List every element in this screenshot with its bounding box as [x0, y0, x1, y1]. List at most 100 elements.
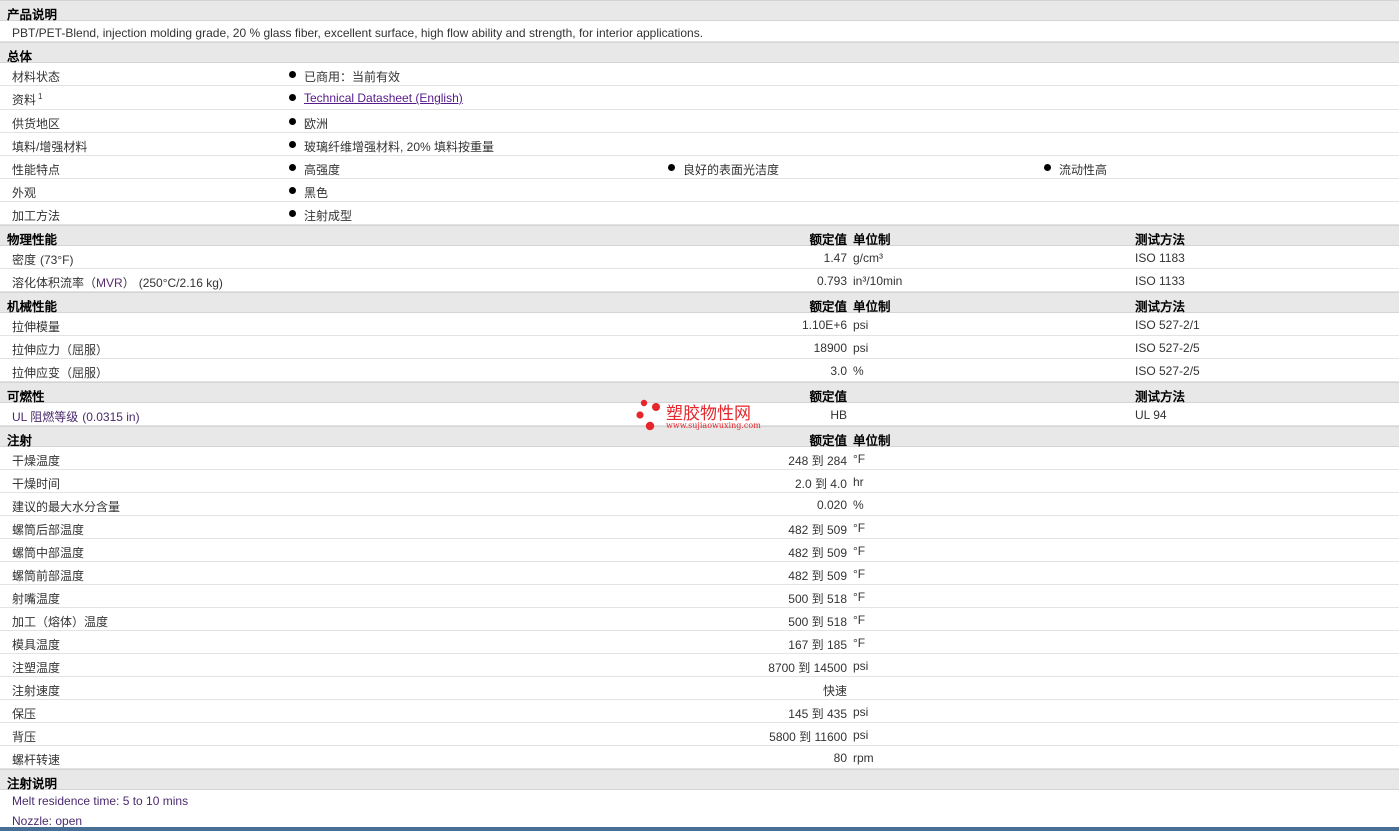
- table-row: 注塑温度 8700 到 14500 psi: [0, 654, 1399, 677]
- row-value: 80: [833, 751, 847, 765]
- row-label: 保压: [12, 707, 37, 721]
- row-unit: °F: [853, 636, 866, 650]
- row-label: 注塑温度: [12, 661, 61, 675]
- row-tensile-stress: 拉伸应力（屈服） 18900 psi ISO 527-2/5: [0, 336, 1399, 359]
- row-value: 1.10E+6: [801, 318, 847, 332]
- footnote-marker: 1: [38, 92, 43, 101]
- row-unit: °F: [853, 521, 866, 535]
- note-text: Melt residence time: 5 to 10 mins: [12, 794, 189, 808]
- table-row: 加工（熔体）温度 500 到 518 °F: [0, 608, 1399, 631]
- row-label: 模具温度: [12, 638, 61, 652]
- row-value: 482 到 509: [788, 523, 847, 537]
- row-label: 外观: [12, 186, 37, 200]
- row-label: 材料状态: [12, 70, 61, 84]
- row-test-method: UL 94: [1135, 408, 1167, 422]
- mvr-abbrev: MVR: [96, 276, 123, 290]
- row-label: 建议的最大水分含量: [12, 500, 121, 514]
- injection-note: Melt residence time: 5 to 10 mins: [0, 790, 1399, 810]
- row-unit: psi: [853, 728, 869, 742]
- row-label: 性能特点: [12, 163, 61, 177]
- bottom-bar: [0, 827, 1399, 831]
- row-value: 500 到 518: [788, 615, 847, 629]
- row-tensile-strain: 拉伸应变（屈服） 3.0 % ISO 527-2/5: [0, 359, 1399, 382]
- row-supply-region: 供货地区 欧洲: [0, 110, 1399, 133]
- row-unit: °F: [853, 613, 866, 627]
- row-unit: °F: [853, 590, 866, 604]
- table-row: 建议的最大水分含量 0.020 %: [0, 493, 1399, 516]
- row-label: 密度 (73°F): [12, 251, 73, 268]
- row-unit: psi: [853, 659, 869, 673]
- row-value: 482 到 509: [788, 569, 847, 583]
- row-unit: g/cm³: [853, 251, 883, 265]
- watermark-url: www.sujiaowuxing.com: [666, 421, 761, 430]
- row-label: 加工（熔体）温度: [12, 615, 109, 629]
- row-label-text: UL 阻燃等级: [12, 410, 79, 424]
- row-test-method: ISO 527-2/1: [1135, 318, 1200, 332]
- row-unit: °F: [853, 544, 866, 558]
- row-density: 密度 (73°F) 1.47 g/cm³ ISO 1183: [0, 246, 1399, 269]
- section-header-general: 总体: [0, 42, 1399, 64]
- watermark-logo-icon: [636, 399, 660, 431]
- row-label: 拉伸应变（屈服）: [12, 366, 109, 380]
- bullet-value: 欧洲: [288, 115, 328, 132]
- row-unit: %: [853, 498, 864, 512]
- row-label: UL 阻燃等级 (0.0315 in): [12, 408, 140, 425]
- row-condition: (250°C/2.16 kg): [138, 276, 223, 290]
- row-label: 加工方法: [12, 209, 61, 223]
- row-value: 167 到 185: [788, 638, 847, 652]
- row-label: 填料/增强材料: [12, 140, 88, 154]
- datasheet-page: 产品说明 PBT/PET-Blend, injection molding gr…: [0, 0, 1399, 831]
- row-unit: in³/10min: [853, 274, 903, 288]
- row-appearance: 外观 黑色: [0, 179, 1399, 202]
- row-value: 2.0 到 4.0: [794, 477, 847, 491]
- table-row: 注射速度 快速: [0, 677, 1399, 700]
- row-label: 射嘴温度: [12, 592, 61, 606]
- bullet-value: 已商用：当前有效: [288, 68, 400, 85]
- row-value: 145 到 435: [788, 707, 847, 721]
- row-label-text: 溶化体积流率（: [12, 276, 97, 290]
- row-value: 0.793: [816, 274, 847, 288]
- bullet-value: Technical Datasheet (English): [288, 91, 463, 105]
- row-value: 0.020: [816, 498, 847, 512]
- bullet-value: 黑色: [288, 184, 328, 201]
- row-test-method: ISO 527-2/5: [1135, 364, 1200, 378]
- site-watermark: 塑胶物性网 www.sujiaowuxing.com: [636, 397, 776, 431]
- table-row: 保压 145 到 435 psi: [0, 700, 1399, 723]
- bullet-value: 高强度: [288, 161, 340, 178]
- row-value: 快速: [822, 684, 847, 698]
- section-header-physical: 物理性能 额定值 单位制 测试方法: [0, 225, 1399, 247]
- row-label: 供货地区: [12, 117, 61, 131]
- row-material-status: 材料状态 已商用：当前有效: [0, 63, 1399, 86]
- bullet-value: 玻璃纤维增强材料, 20% 填料按重量: [288, 138, 494, 155]
- bullet-value: 良好的表面光洁度: [667, 161, 779, 178]
- table-row: 螺筒中部温度 482 到 509 °F: [0, 539, 1399, 562]
- table-row: 螺杆转速 80 rpm: [0, 746, 1399, 769]
- row-condition: (73°F): [40, 253, 74, 267]
- row-label: 资料 1: [12, 91, 42, 108]
- row-test-method: ISO 1133: [1135, 274, 1185, 288]
- row-unit: psi: [853, 318, 869, 332]
- section-header-description: 产品说明: [0, 0, 1399, 22]
- row-condition: (0.0315 in): [82, 410, 140, 424]
- row-label-text: 密度: [12, 253, 37, 267]
- row-label: 注射速度: [12, 684, 61, 698]
- row-value: 248 到 284: [788, 454, 847, 468]
- bullet-value: 流动性高: [1043, 161, 1107, 178]
- row-label: 溶化体积流率（MVR） (250°C/2.16 kg): [12, 274, 223, 291]
- injection-rows: 干燥温度 248 到 284 °F 干燥时间 2.0 到 4.0 hr 建议的最…: [0, 447, 1399, 769]
- row-value: 482 到 509: [788, 546, 847, 560]
- table-row: 螺筒后部温度 482 到 509 °F: [0, 516, 1399, 539]
- row-label-text: 资料: [12, 93, 37, 107]
- section-header-injection-notes: 注射说明: [0, 769, 1399, 791]
- row-value: 500 到 518: [788, 592, 847, 606]
- row-label: 干燥时间: [12, 477, 61, 491]
- product-description: PBT/PET-Blend, injection molding grade, …: [12, 26, 704, 40]
- row-unit: rpm: [853, 751, 874, 765]
- row-test-method: ISO 527-2/5: [1135, 341, 1200, 355]
- row-value: 8700 到 14500: [768, 661, 847, 675]
- row-label: 螺杆转速: [12, 753, 61, 767]
- technical-datasheet-link[interactable]: Technical Datasheet (English): [304, 91, 463, 105]
- row-unit: °F: [853, 452, 866, 466]
- row-test-method: ISO 1183: [1135, 251, 1185, 265]
- table-row: 射嘴温度 500 到 518 °F: [0, 585, 1399, 608]
